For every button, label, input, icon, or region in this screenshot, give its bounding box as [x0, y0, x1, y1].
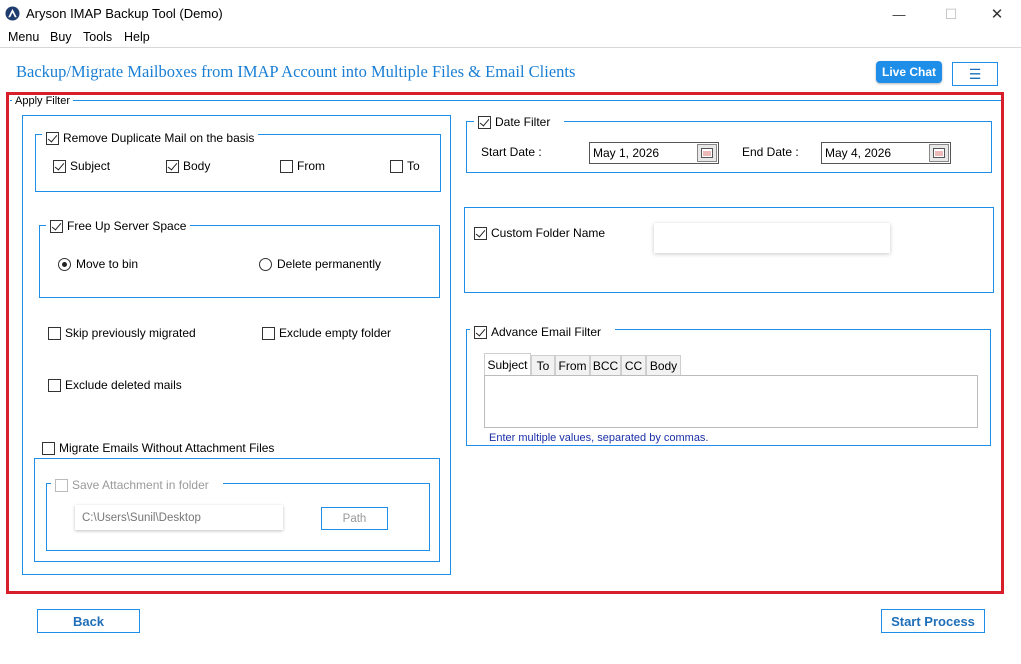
menu-item-help[interactable]: Help	[124, 30, 150, 44]
end-date-picker[interactable]: May 4, 2026	[821, 142, 951, 164]
checkbox-icon	[48, 378, 61, 392]
free-up-server-checkbox[interactable]: Free Up Server Space	[46, 218, 191, 234]
subject-label: Subject	[70, 159, 111, 173]
skip-previously-migrated-checkbox[interactable]: Skip previously migrated	[48, 326, 196, 340]
close-button[interactable]: ✕	[974, 0, 1020, 28]
tab-cc[interactable]: CC	[621, 355, 646, 375]
checkbox-icon	[166, 159, 179, 173]
path-button[interactable]: Path	[321, 507, 388, 530]
window-title: Aryson IMAP Backup Tool (Demo)	[26, 6, 223, 21]
minimize-button[interactable]: —	[876, 0, 922, 28]
hamburger-menu-button[interactable]: ☰	[952, 62, 998, 86]
delete-permanently-label: Delete permanently	[277, 257, 382, 271]
apply-filter-top-line	[10, 100, 1001, 101]
custom-folder-checkbox[interactable]: Custom Folder Name	[474, 226, 605, 240]
advance-filter-hint: Enter multiple values, separated by comm…	[489, 432, 709, 444]
remove-duplicate-checkbox[interactable]: Remove Duplicate Mail on the basis	[42, 130, 259, 146]
exclude-empty-folder-label: Exclude empty folder	[279, 326, 392, 340]
apply-filter-title: Apply Filter	[12, 95, 74, 107]
minimize-icon: —	[892, 6, 906, 22]
attachment-path-input[interactable]: C:\Users\Sunil\Desktop	[75, 505, 283, 530]
checkbox-icon	[390, 159, 403, 173]
checkbox-icon	[53, 159, 66, 173]
checkbox-icon	[48, 326, 61, 340]
to-checkbox[interactable]: To	[390, 159, 420, 173]
remove-duplicate-label: Remove Duplicate Mail on the basis	[63, 131, 255, 145]
calendar-icon[interactable]	[697, 144, 717, 162]
delete-permanently-radio[interactable]: Delete permanently	[259, 257, 381, 271]
exclude-deleted-mails-label: Exclude deleted mails	[65, 378, 182, 392]
tab-body[interactable]: Body	[646, 355, 681, 375]
free-up-server-label: Free Up Server Space	[67, 219, 187, 233]
radio-icon	[58, 257, 71, 271]
end-date-value: May 4, 2026	[825, 146, 892, 160]
move-to-bin-label: Move to bin	[76, 257, 139, 271]
checkbox-icon	[474, 226, 487, 240]
start-process-button[interactable]: Start Process	[881, 609, 985, 633]
from-label: From	[297, 159, 325, 173]
exclude-deleted-mails-checkbox[interactable]: Exclude deleted mails	[48, 378, 182, 392]
advance-email-filter-label: Advance Email Filter	[491, 325, 602, 339]
date-filter-checkbox[interactable]: Date Filter	[474, 114, 565, 130]
maximize-icon: ☐	[944, 5, 958, 22]
app-logo-icon	[5, 6, 20, 21]
end-date-label: End Date :	[742, 145, 799, 159]
close-icon: ✕	[990, 6, 1004, 23]
subject-checkbox[interactable]: Subject	[53, 159, 110, 173]
hamburger-icon: ☰	[968, 65, 982, 82]
save-attachment-label: Save Attachment in folder	[72, 478, 209, 492]
tab-from[interactable]: From	[555, 355, 590, 375]
checkbox-icon	[262, 326, 275, 340]
maximize-button[interactable]: ☐	[928, 0, 974, 28]
menu-item-menu[interactable]: Menu	[8, 30, 39, 44]
checkbox-icon	[46, 131, 59, 145]
move-to-bin-radio[interactable]: Move to bin	[58, 257, 138, 271]
calendar-icon[interactable]	[929, 144, 949, 162]
exclude-empty-folder-checkbox[interactable]: Exclude empty folder	[262, 326, 391, 340]
checkbox-icon	[474, 325, 487, 339]
checkbox-icon	[50, 219, 63, 233]
live-chat-button[interactable]: Live Chat	[876, 61, 942, 83]
tab-to[interactable]: To	[531, 355, 555, 375]
menu-item-buy[interactable]: Buy	[50, 30, 72, 44]
start-date-value: May 1, 2026	[593, 146, 660, 160]
migrate-without-attachment-checkbox[interactable]: Migrate Emails Without Attachment Files	[38, 440, 281, 456]
date-filter-label: Date Filter	[495, 115, 551, 129]
start-date-picker[interactable]: May 1, 2026	[589, 142, 719, 164]
advance-filter-textarea[interactable]	[484, 375, 978, 428]
to-label: To	[407, 159, 420, 173]
custom-folder-input[interactable]	[654, 223, 890, 253]
checkbox-icon	[478, 115, 491, 129]
advance-email-filter-checkbox[interactable]: Advance Email Filter	[470, 324, 616, 340]
checkbox-icon	[55, 478, 68, 492]
start-date-label: Start Date :	[481, 145, 542, 159]
menu-bar	[0, 28, 1021, 48]
checkbox-icon	[280, 159, 293, 173]
radio-icon	[259, 257, 272, 271]
page-title: Backup/Migrate Mailboxes from IMAP Accou…	[16, 62, 576, 81]
custom-folder-label: Custom Folder Name	[491, 226, 606, 240]
tab-bcc[interactable]: BCC	[590, 355, 621, 375]
from-checkbox[interactable]: From	[280, 159, 325, 173]
body-label: Body	[183, 159, 211, 173]
menu-item-tools[interactable]: Tools	[83, 30, 112, 44]
migrate-without-attachment-label: Migrate Emails Without Attachment Files	[59, 441, 275, 455]
tab-subject[interactable]: Subject	[484, 353, 531, 375]
save-attachment-checkbox[interactable]: Save Attachment in folder	[51, 477, 223, 493]
checkbox-icon	[42, 441, 55, 455]
skip-previously-migrated-label: Skip previously migrated	[65, 326, 196, 340]
back-button[interactable]: Back	[37, 609, 140, 633]
body-checkbox[interactable]: Body	[166, 159, 210, 173]
